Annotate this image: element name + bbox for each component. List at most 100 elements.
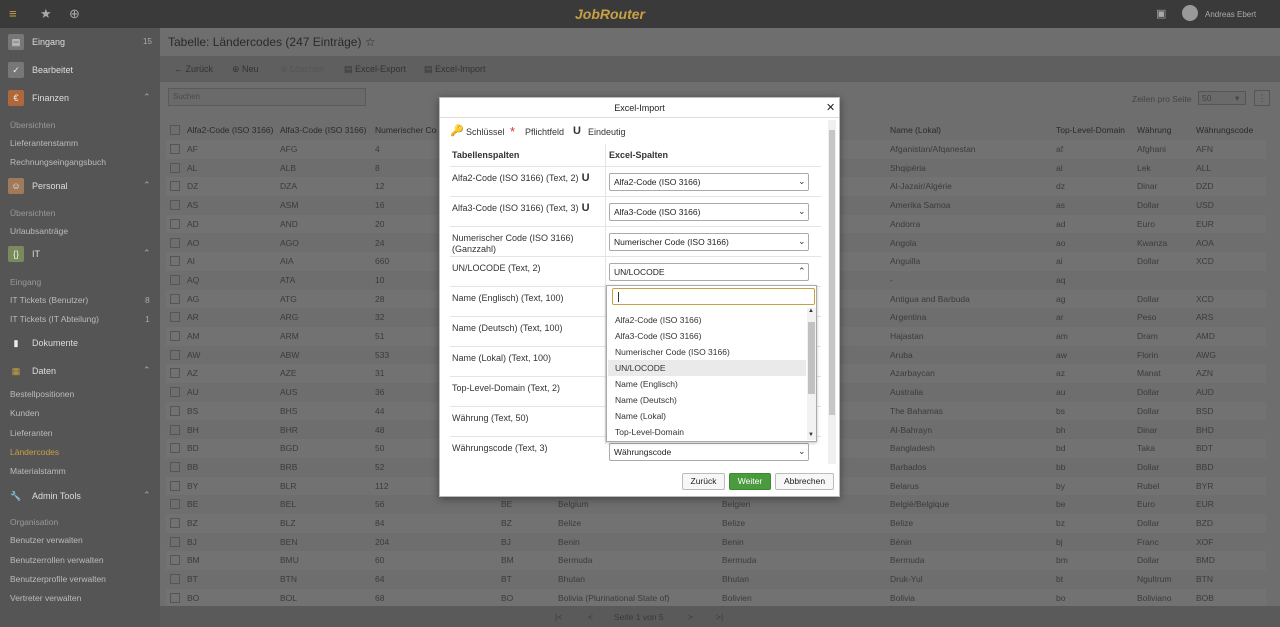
bookmark-icon[interactable]: ★	[40, 6, 52, 22]
column-header[interactable]: Top-Level-Domain	[1056, 121, 1125, 140]
cancel-button[interactable]: Abbrechen	[775, 473, 834, 490]
select-all-checkbox[interactable]	[170, 125, 180, 135]
row-checkbox[interactable]	[170, 405, 180, 416]
sidebar-item-daten[interactable]: ▦ Daten ⌃	[0, 359, 160, 383]
row-checkbox[interactable]	[170, 349, 180, 360]
row-checkbox[interactable]	[170, 144, 180, 154]
excel-column-select[interactable]: Numerischer Code (ISO 3166) ⌄	[609, 233, 809, 251]
row-checkbox[interactable]	[170, 218, 180, 229]
star-icon[interactable]: ☆	[365, 35, 376, 49]
menu-icon[interactable]: ≡	[9, 6, 17, 21]
row-checkbox[interactable]	[170, 480, 180, 491]
row-checkbox[interactable]	[170, 574, 180, 585]
row-checkbox[interactable]	[170, 162, 180, 173]
dropdown-option[interactable]: Numerischer Code (ISO 3166)	[608, 344, 806, 360]
row-checkbox[interactable]	[170, 200, 180, 211]
row-checkbox[interactable]	[170, 312, 180, 323]
scroll-up-icon[interactable]: ▲	[808, 308, 814, 314]
sidebar-link[interactable]: Kunden	[10, 408, 39, 418]
sidebar-item-dokumente[interactable]: ▮ Dokumente	[0, 331, 160, 355]
excel-column-select[interactable]: UN/LOCODE ⌃	[609, 263, 809, 281]
column-header[interactable]: Alfa3-Code (ISO 3166)	[280, 121, 366, 140]
scrollbar-thumb[interactable]	[808, 322, 815, 394]
sidebar-item-eingang[interactable]: ▤ Eingang 15	[0, 30, 160, 54]
sidebar-link[interactable]: IT Tickets (IT Abteilung) 1	[10, 314, 150, 324]
sidebar-link[interactable]: Materialstamm	[10, 466, 66, 476]
dropdown-scrollbar[interactable]: ▲ ▼	[807, 308, 816, 440]
sidebar-item-admin-tools[interactable]: 🔧 Admin Tools ⌃	[0, 484, 160, 508]
sidebar-link[interactable]: Vertreter verwalten	[10, 593, 81, 603]
dropdown-option[interactable]: Name (Englisch)	[608, 376, 806, 392]
table-row[interactable]: BE BEL 56 BE Belgium Belgien België/Belgique be…	[166, 495, 1266, 514]
row-checkbox[interactable]	[170, 256, 180, 267]
row-checkbox[interactable]	[170, 274, 180, 285]
dropdown-option[interactable]: Alfa2-Code (ISO 3166)	[608, 312, 806, 328]
sidebar-item-finanzen[interactable]: € Finanzen ⌃	[0, 86, 160, 110]
more-options-icon[interactable]: ⋮	[1254, 90, 1270, 106]
sidebar-link[interactable]: Bestellpositionen	[10, 389, 74, 399]
rows-per-page-select[interactable]: 50 ▾	[1198, 91, 1246, 105]
back-button[interactable]: Zurück	[682, 473, 725, 490]
column-header[interactable]: Name (Lokal)	[890, 121, 941, 140]
row-checkbox[interactable]	[170, 555, 180, 566]
delete-button[interactable]: ⊗ Löschen	[280, 64, 324, 75]
sidebar-link[interactable]: Benutzerrollen verwalten	[10, 555, 104, 565]
row-checkbox[interactable]	[170, 592, 180, 603]
excel-column-select[interactable]: Alfa2-Code (ISO 3166) ⌄	[609, 173, 809, 191]
dropdown-option[interactable]: UN/LOCODE	[608, 360, 806, 376]
prev-page-icon[interactable]: <	[588, 612, 593, 622]
calendar-icon[interactable]: ▣	[1156, 7, 1166, 20]
excel-export-button[interactable]: ▤ Excel-Export	[344, 64, 406, 75]
column-header[interactable]: Alfa2-Code (ISO 3166)	[187, 121, 273, 140]
scroll-down-icon[interactable]: ▼	[808, 432, 814, 438]
sidebar-item-bearbeitet[interactable]: ✓ Bearbeitet	[0, 58, 160, 82]
dropdown-option[interactable]: Alfa3-Code (ISO 3166)	[608, 328, 806, 344]
row-checkbox[interactable]	[170, 536, 180, 547]
sidebar-link[interactable]: Urlaubsanträge	[10, 226, 68, 236]
row-checkbox[interactable]	[170, 461, 180, 472]
search-input[interactable]: Suchen	[168, 88, 366, 106]
sidebar-link[interactable]: Benutzer verwalten	[10, 535, 83, 545]
next-button[interactable]: Weiter	[729, 473, 771, 490]
excel-column-select[interactable]: Währungscode ⌄	[609, 443, 809, 461]
table-row[interactable]: BM BMU 60 BM Bermuda Bermuda Bermuda bm Dollar BM…	[166, 551, 1266, 571]
excel-column-select[interactable]: Alfa3-Code (ISO 3166) ⌄	[609, 203, 809, 221]
row-checkbox[interactable]	[170, 181, 180, 192]
back-button[interactable]: ← Zurück	[174, 64, 213, 74]
sidebar-link[interactable]: IT Tickets (Benutzer) 8	[10, 295, 150, 305]
last-page-icon[interactable]: >|	[716, 612, 723, 622]
column-header[interactable]: Numerischer Code	[375, 121, 437, 140]
dropdown-search-input[interactable]	[612, 288, 815, 305]
column-header[interactable]: Währung	[1137, 121, 1172, 140]
sidebar-link-active[interactable]: Ländercodes	[10, 447, 59, 457]
sidebar-link[interactable]: Benutzerprofile verwalten	[10, 574, 106, 584]
dropdown-option[interactable]: Name (Deutsch)	[608, 392, 806, 408]
dropdown-option[interactable]: Top-Level-Domain	[608, 424, 806, 440]
user-name[interactable]: Andreas Ebert	[1205, 10, 1256, 19]
sidebar-item-personal[interactable]: ☺ Personal ⌃	[0, 174, 160, 198]
row-checkbox[interactable]	[170, 237, 180, 248]
column-header[interactable]: Währungscode	[1196, 121, 1253, 140]
avatar[interactable]	[1182, 5, 1198, 21]
row-checkbox[interactable]	[170, 518, 180, 528]
row-checkbox[interactable]	[170, 387, 180, 398]
row-checkbox[interactable]	[170, 368, 180, 379]
row-checkbox[interactable]	[170, 499, 180, 510]
next-page-icon[interactable]: >	[688, 612, 693, 622]
first-page-icon[interactable]: |<	[555, 612, 562, 622]
scrollbar-thumb[interactable]	[829, 130, 835, 415]
table-row[interactable]: BT BTN 64 BT Bhutan Bhutan Druk-Yul bt Ngultrum B…	[166, 570, 1266, 589]
add-icon[interactable]: ⊕	[69, 6, 80, 22]
sidebar-link[interactable]: Lieferantenstamm	[10, 138, 78, 148]
sidebar-link[interactable]: Rechnungseingangsbuch	[10, 157, 106, 167]
row-checkbox[interactable]	[170, 331, 180, 341]
dropdown-option[interactable]: Name (Lokal)	[608, 408, 806, 424]
table-row[interactable]: BZ BLZ 84 BZ Belize Belize Belize bz Dollar BZD	[166, 514, 1266, 533]
row-checkbox[interactable]	[170, 443, 180, 454]
table-row[interactable]: BJ BEN 204 BJ Benin Benin Bénin bj Franc XOF	[166, 533, 1266, 552]
row-checkbox[interactable]	[170, 424, 180, 435]
new-button[interactable]: ⊕ Neu	[232, 64, 259, 75]
table-row[interactable]: BO BOL 68 BO Bolivia (Plurinational State of…	[166, 588, 1266, 608]
dialog-scrollbar[interactable]	[828, 120, 836, 464]
sidebar-link[interactable]: Lieferanten	[10, 428, 53, 438]
